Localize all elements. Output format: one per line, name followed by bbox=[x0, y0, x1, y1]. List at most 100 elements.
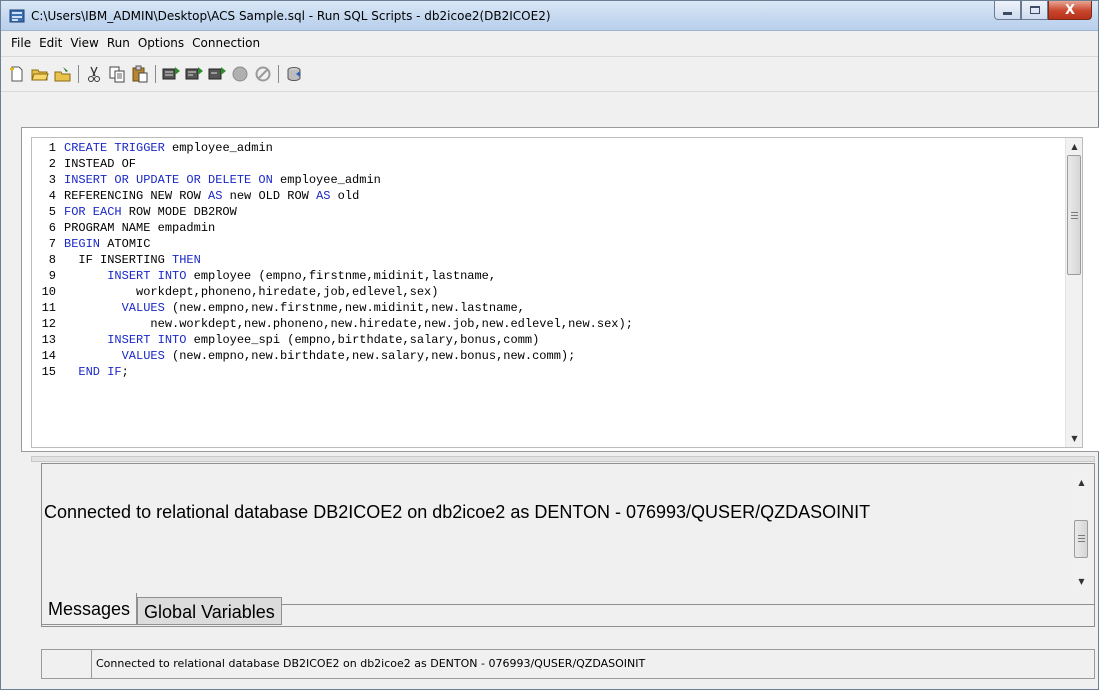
sql-keyword: FOR EACH bbox=[64, 205, 122, 219]
code-text: INSERT INTO employee_spi (empno,birthdat… bbox=[64, 332, 539, 348]
code-line[interactable]: 7 BEGIN ATOMIC bbox=[34, 236, 633, 252]
line-number: 10 bbox=[41, 285, 56, 299]
scroll-up-arrow-icon[interactable]: ▲ bbox=[1073, 474, 1090, 491]
code-line[interactable]: 13 INSERT INTO employee_spi (empno,birth… bbox=[34, 332, 633, 348]
sql-keyword: CREATE TRIGGER bbox=[64, 141, 165, 155]
line-number: 4 bbox=[48, 189, 56, 203]
copy-icon[interactable] bbox=[107, 64, 127, 84]
close-icon: X bbox=[1064, 2, 1076, 18]
line-number: 7 bbox=[48, 237, 56, 251]
paste-icon[interactable] bbox=[130, 64, 150, 84]
code-text: END IF; bbox=[64, 364, 128, 380]
code-line[interactable]: 11 VALUES (new.empno,new.firstnme,new.mi… bbox=[34, 300, 633, 316]
menu-edit[interactable]: Edit bbox=[35, 36, 66, 50]
scroll-thumb[interactable] bbox=[1074, 520, 1088, 558]
code-text: VALUES (new.empno,new.birthdate,new.sala… bbox=[64, 348, 576, 364]
run-from-selected-icon[interactable] bbox=[184, 64, 204, 84]
sql-code[interactable]: 1 CREATE TRIGGER employee_admin 2 INSTEAD O… bbox=[34, 140, 633, 380]
sql-text: employee (empno,firstnme,midinit,lastnam… bbox=[186, 269, 497, 283]
close-button[interactable]: X bbox=[1048, 1, 1092, 20]
tab-global-variables[interactable]: Global Variables bbox=[137, 597, 282, 625]
messages-text: Connected to relational database DB2ICOE… bbox=[44, 502, 871, 522]
pane-splitter[interactable] bbox=[31, 456, 1095, 462]
code-line[interactable]: 10 workdept,phoneno,hiredate,job,edlevel… bbox=[34, 284, 633, 300]
stop-icon[interactable] bbox=[230, 64, 250, 84]
window-title: C:\Users\IBM_ADMIN\Desktop\ACS Sample.sq… bbox=[31, 9, 551, 23]
run-all-icon[interactable] bbox=[161, 64, 181, 84]
messages-scrollbar[interactable]: ▲ ▼ bbox=[1073, 474, 1090, 590]
line-number: 2 bbox=[48, 157, 56, 171]
code-line[interactable]: 6 PROGRAM NAME empadmin bbox=[34, 220, 633, 236]
line-number: 1 bbox=[48, 141, 56, 155]
menu-bar: File Edit View Run Options Connection bbox=[1, 31, 1098, 57]
run-selected-icon[interactable] bbox=[207, 64, 227, 84]
connection-icon[interactable] bbox=[284, 64, 304, 84]
title-bar[interactable]: C:\Users\IBM_ADMIN\Desktop\ACS Sample.sq… bbox=[1, 1, 1098, 31]
maximize-button[interactable] bbox=[1021, 1, 1048, 20]
editor-scrollbar[interactable]: ▲ ▼ bbox=[1065, 138, 1082, 447]
sql-text: ATOMIC bbox=[100, 237, 151, 251]
toolbar-separator bbox=[155, 65, 156, 83]
database-script-icon bbox=[9, 9, 25, 23]
code-line[interactable]: 3 INSERT OR UPDATE OR DELETE ON employee_… bbox=[34, 172, 633, 188]
new-icon[interactable] bbox=[7, 64, 27, 84]
tab-messages[interactable]: Messages bbox=[41, 593, 138, 625]
scroll-down-arrow-icon[interactable]: ▼ bbox=[1066, 430, 1082, 447]
code-line[interactable]: 15 END IF; bbox=[34, 364, 633, 380]
cancel-icon[interactable] bbox=[253, 64, 273, 84]
menu-items: File Edit View Run Options Connection bbox=[7, 36, 264, 50]
menu-connection[interactable]: Connection bbox=[188, 36, 264, 50]
code-text: PROGRAM NAME empadmin bbox=[64, 220, 215, 236]
line-number: 12 bbox=[41, 317, 56, 331]
menu-view[interactable]: View bbox=[66, 36, 102, 50]
minimize-icon bbox=[1003, 11, 1012, 15]
messages-tabs: Messages Global Variables bbox=[41, 593, 282, 625]
cut-icon[interactable] bbox=[84, 64, 104, 84]
code-line[interactable]: 8 IF INSERTING THEN bbox=[34, 252, 633, 268]
scroll-down-arrow-icon[interactable]: ▼ bbox=[1073, 573, 1090, 590]
code-line[interactable]: 9 INSERT INTO employee (empno,firstnme,m… bbox=[34, 268, 633, 284]
sql-text: new OLD ROW bbox=[222, 189, 317, 203]
line-number: 9 bbox=[48, 269, 56, 283]
line-number: 15 bbox=[41, 365, 56, 379]
code-line[interactable]: 1 CREATE TRIGGER employee_admin bbox=[34, 140, 633, 156]
sql-editor[interactable]: 1 CREATE TRIGGER employee_admin 2 INSTEAD O… bbox=[31, 137, 1083, 448]
messages-pane: Connected to relational database DB2ICOE… bbox=[41, 463, 1095, 605]
code-line[interactable]: 2 INSTEAD OF bbox=[34, 156, 633, 172]
code-line[interactable]: 12 new.workdept,new.phoneno,new.hiredate… bbox=[34, 316, 633, 332]
sql-keyword: INSERT INTO bbox=[107, 333, 187, 347]
minimize-button[interactable] bbox=[994, 1, 1021, 20]
scroll-up-arrow-icon[interactable]: ▲ bbox=[1066, 138, 1082, 155]
line-number: 14 bbox=[41, 349, 56, 363]
code-text: BEGIN ATOMIC bbox=[64, 236, 150, 252]
sql-keyword: INSERT OR UPDATE OR DELETE ON bbox=[64, 173, 273, 187]
line-number: 8 bbox=[48, 253, 56, 267]
sql-text: PROGRAM NAME empadmin bbox=[64, 221, 216, 235]
sql-text: new.workdept,new.phoneno,new.hiredate,ne… bbox=[64, 317, 633, 331]
menu-run[interactable]: Run bbox=[103, 36, 134, 50]
code-line[interactable]: 4 REFERENCING NEW ROW AS new OLD ROW AS o… bbox=[34, 188, 633, 204]
open-icon[interactable] bbox=[30, 64, 50, 84]
toolbar bbox=[1, 58, 1098, 92]
maximize-icon bbox=[1029, 6, 1040, 14]
save-icon[interactable] bbox=[53, 64, 73, 84]
sql-keyword: THEN bbox=[172, 253, 201, 267]
line-number: 13 bbox=[41, 333, 56, 347]
code-text: INSERT OR UPDATE OR DELETE ON employee_a… bbox=[64, 172, 381, 188]
code-line[interactable]: 14 VALUES (new.empno,new.birthdate,new.s… bbox=[34, 348, 633, 364]
status-bar: Connected to relational database DB2ICOE… bbox=[1, 649, 1098, 679]
code-text: REFERENCING NEW ROW AS new OLD ROW AS ol… bbox=[64, 188, 359, 204]
sql-text: workdept,phoneno,hiredate,job,edlevel,se… bbox=[64, 285, 439, 299]
menu-file[interactable]: File bbox=[7, 36, 35, 50]
code-text: IF INSERTING THEN bbox=[64, 252, 201, 268]
code-line[interactable]: 5 FOR EACH ROW MODE DB2ROW bbox=[34, 204, 633, 220]
sql-text: REFERENCING NEW ROW bbox=[64, 189, 209, 203]
scroll-thumb[interactable] bbox=[1067, 155, 1081, 275]
sql-text: employee_admin bbox=[272, 173, 381, 187]
menu-options[interactable]: Options bbox=[134, 36, 188, 50]
run-sql-scripts-window: C:\Users\IBM_ADMIN\Desktop\ACS Sample.sq… bbox=[0, 0, 1099, 690]
sql-keyword: BEGIN bbox=[64, 237, 101, 251]
